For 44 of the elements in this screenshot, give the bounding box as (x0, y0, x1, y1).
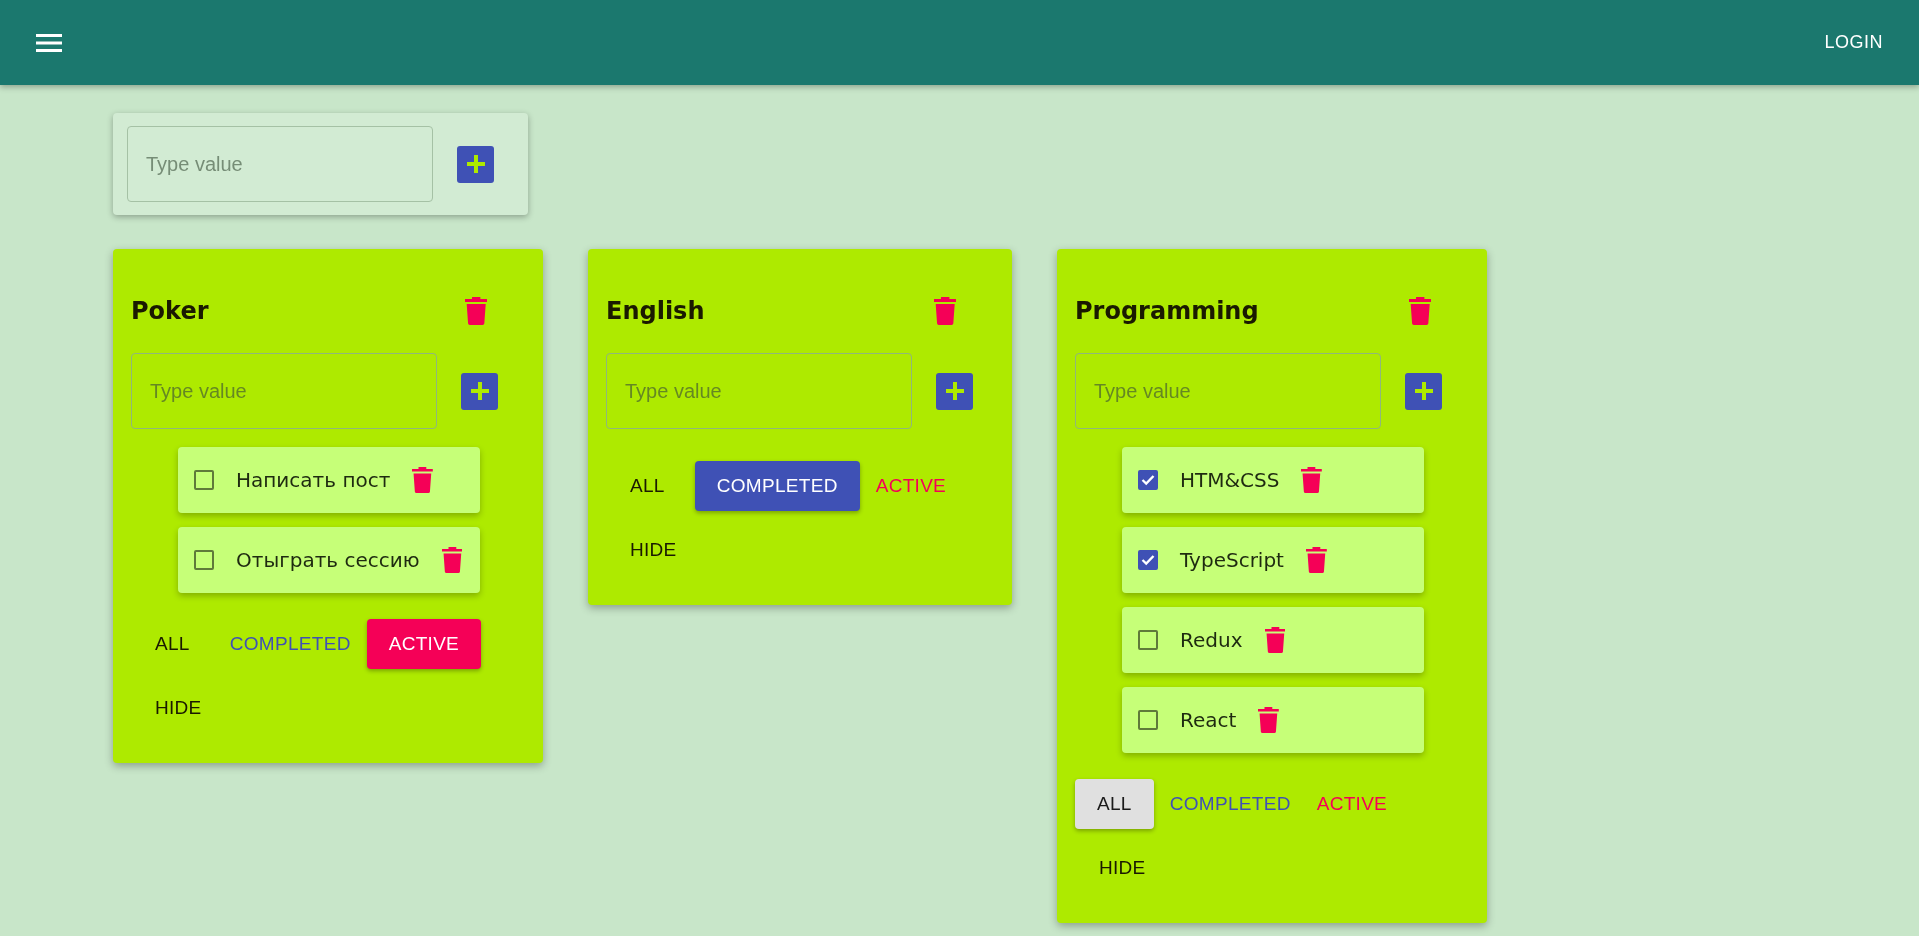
checkbox[interactable] (194, 550, 214, 570)
task-title: React (1180, 708, 1237, 732)
input-field[interactable]: Type value (131, 353, 437, 429)
delete-icon[interactable] (1258, 707, 1280, 733)
task-title: TypeScript (1180, 548, 1284, 572)
list-title: Programming (1075, 297, 1259, 325)
filter-button[interactable]: ALL (606, 461, 689, 511)
checkbox[interactable] (1138, 470, 1158, 490)
filter-button[interactable]: ALL (131, 619, 214, 669)
login-button[interactable]: LOGIN (1812, 24, 1895, 61)
task-title: Redux (1180, 628, 1243, 652)
list-title: Poker (131, 297, 209, 325)
delete-icon[interactable] (1264, 627, 1286, 653)
hide-button[interactable]: HIDE (606, 525, 701, 575)
checkbox[interactable] (194, 470, 214, 490)
add-icon[interactable] (1405, 372, 1442, 410)
delete-icon[interactable] (441, 547, 463, 573)
menu-icon[interactable] (36, 32, 62, 53)
input-field[interactable]: Type value (1075, 353, 1381, 429)
filter-button[interactable]: COMPLETED (1159, 781, 1301, 827)
add-icon[interactable] (936, 372, 973, 410)
input-field[interactable]: Type value (606, 353, 912, 429)
delete-icon[interactable] (1408, 297, 1431, 325)
add-icon[interactable] (461, 372, 498, 410)
delete-icon[interactable] (412, 467, 434, 493)
checkbox[interactable] (1138, 710, 1158, 730)
task-title: HTM&CSS (1180, 468, 1280, 492)
add-icon[interactable] (457, 145, 494, 183)
input-field[interactable]: Type value (127, 126, 433, 202)
list-title: English (606, 297, 705, 325)
filter-button[interactable]: COMPLETED (219, 621, 361, 667)
checkbox[interactable] (1138, 550, 1158, 570)
delete-icon[interactable] (1301, 467, 1323, 493)
delete-icon[interactable] (1305, 547, 1327, 573)
delete-icon[interactable] (933, 297, 956, 325)
filter-button[interactable]: ALL (1075, 779, 1154, 829)
task-title: Написать пост (236, 468, 391, 492)
filter-button[interactable]: COMPLETED (694, 461, 860, 511)
task-title: Отыграть сессию (236, 548, 420, 572)
filter-button[interactable]: ACTIVE (366, 619, 482, 669)
hide-button[interactable]: HIDE (1075, 843, 1170, 893)
delete-icon[interactable] (464, 297, 487, 325)
hide-button[interactable]: HIDE (131, 683, 226, 733)
checkbox[interactable] (1138, 630, 1158, 650)
